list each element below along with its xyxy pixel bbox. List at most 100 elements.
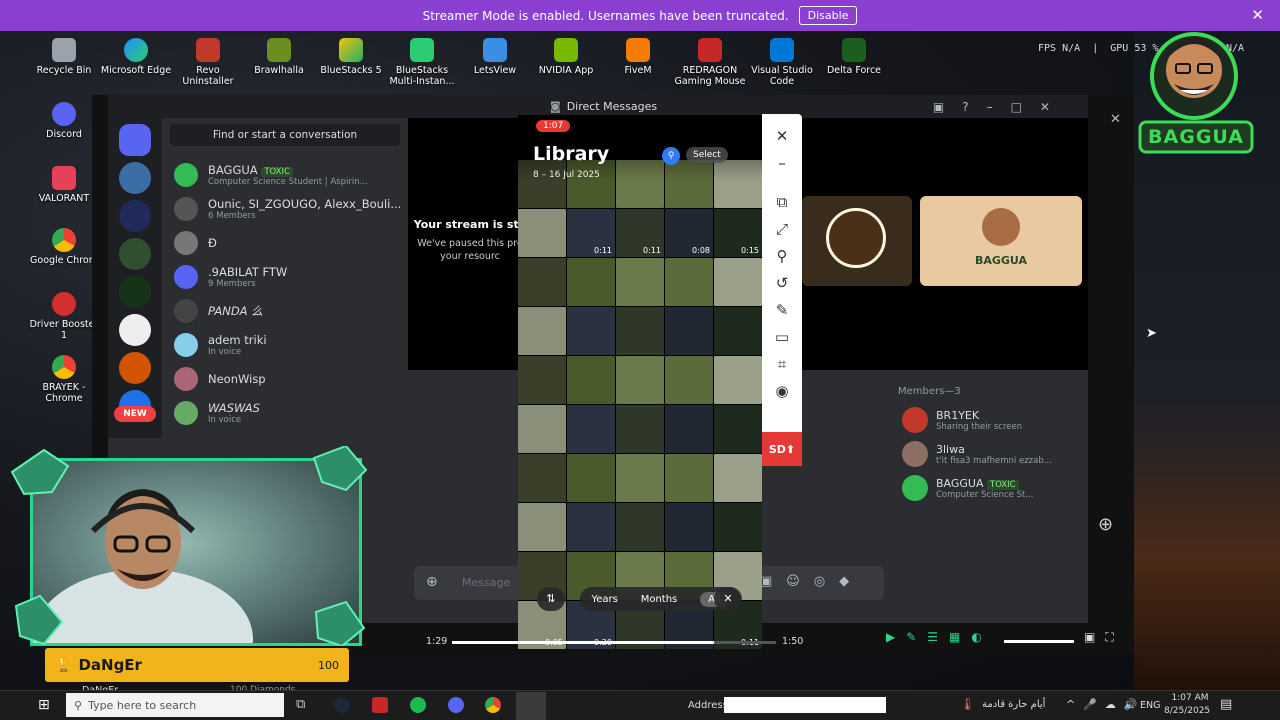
- desktop-icon-delta-force[interactable]: Delta Force: [818, 38, 890, 76]
- photo-thumbnail[interactable]: [518, 454, 566, 502]
- minimize-icon[interactable]: –: [762, 149, 802, 176]
- photo-thumbnail[interactable]: [518, 503, 566, 551]
- screenshot-icon[interactable]: ⧉: [762, 188, 802, 215]
- dm-item[interactable]: WASWAS In voice: [162, 396, 408, 430]
- sd-quality-button[interactable]: SD ⬆: [762, 432, 802, 466]
- dm-item[interactable]: PANDA 么: [162, 294, 408, 328]
- photo-thumbnail[interactable]: [665, 503, 713, 551]
- photo-thumbnail[interactable]: [714, 356, 762, 404]
- desktop-icon-valorant[interactable]: VALORANT: [28, 166, 100, 204]
- composer-icons[interactable]: ▣☺◎◆: [760, 574, 863, 589]
- tab-years[interactable]: Years: [591, 594, 617, 605]
- photo-thumbnail[interactable]: [616, 258, 664, 306]
- desktop-icon-recycle-bin[interactable]: Recycle Bin: [28, 38, 100, 76]
- photo-thumbnail[interactable]: [665, 405, 713, 453]
- dm-item[interactable]: Ounic, SI_ZGOUGO, Alexx_Bouli... 6 Member…: [162, 192, 408, 226]
- dm-item[interactable]: .9ABILAT FTW 9 Members: [162, 260, 408, 294]
- participant-tile[interactable]: [802, 196, 912, 286]
- address-input[interactable]: [724, 697, 886, 713]
- photo-thumbnail[interactable]: [518, 307, 566, 355]
- photo-thumbnail[interactable]: [616, 454, 664, 502]
- dm-item[interactable]: adem triki In voice: [162, 328, 408, 362]
- photo-thumbnail[interactable]: [567, 503, 615, 551]
- plus-icon[interactable]: ⊕: [426, 574, 438, 590]
- member-item[interactable]: BR1YEK Sharing their screen: [888, 403, 1088, 437]
- select-button[interactable]: Select: [686, 147, 728, 163]
- chrome-icon[interactable]: [485, 697, 501, 713]
- baggua-tile[interactable]: BAGGUA: [920, 196, 1082, 286]
- photo-thumbnail[interactable]: [616, 503, 664, 551]
- dm-item[interactable]: NeonWisp: [162, 362, 408, 396]
- photo-thumbnail[interactable]: [714, 405, 762, 453]
- desktop-icon-vscode[interactable]: Visual Studio Code: [746, 38, 818, 87]
- dm-item[interactable]: Ð: [162, 226, 408, 260]
- desktop-icon-nvidia[interactable]: NVIDIA App: [530, 38, 602, 76]
- window-controls[interactable]: ▣?–□✕: [933, 100, 1068, 114]
- dm-item[interactable]: BAGGUA TOXIC Computer Science Student | A…: [162, 158, 408, 192]
- desktop-icon-letsview[interactable]: LetsView: [459, 38, 531, 76]
- desktop-icon-chrome[interactable]: Google Chrom: [28, 228, 100, 266]
- server-icon[interactable]: [119, 276, 151, 308]
- member-item[interactable]: 3liwa t'it fisa3 mafhemni ezzab...: [888, 437, 1088, 471]
- language-indicator[interactable]: ENG: [1140, 700, 1160, 711]
- clock-date[interactable]: 8/25/2025: [1164, 706, 1210, 716]
- spotify-icon[interactable]: [410, 697, 426, 713]
- desktop-icon-fivem[interactable]: FiveM: [602, 38, 674, 76]
- pin-icon[interactable]: ⚲: [762, 242, 802, 269]
- photo-thumbnail[interactable]: [714, 307, 762, 355]
- photo-thumbnail[interactable]: [714, 258, 762, 306]
- photo-thumbnail[interactable]: [665, 454, 713, 502]
- crop-icon[interactable]: ⌗: [762, 350, 802, 377]
- photo-thumbnail[interactable]: [567, 454, 615, 502]
- photo-thumbnail[interactable]: [665, 307, 713, 355]
- letsview-taskbar-icon[interactable]: [516, 692, 546, 720]
- server-icon[interactable]: [119, 162, 151, 194]
- discord-home-icon[interactable]: [119, 124, 151, 156]
- photo-thumbnail[interactable]: [518, 356, 566, 404]
- desktop-icon-brawlhalla[interactable]: Brawlhalla: [243, 38, 315, 76]
- record-icon[interactable]: ◉: [762, 377, 802, 404]
- close-icon[interactable]: ✕: [762, 122, 802, 149]
- photo-thumbnail[interactable]: [567, 356, 615, 404]
- photo-thumbnail[interactable]: [567, 258, 615, 306]
- message-input[interactable]: Message: [462, 576, 510, 589]
- server-icon[interactable]: [119, 238, 151, 270]
- photo-thumbnail[interactable]: [714, 454, 762, 502]
- photo-thumbnail[interactable]: [616, 356, 664, 404]
- photo-thumbnail[interactable]: [714, 503, 762, 551]
- sort-icon[interactable]: ⇅: [537, 587, 565, 611]
- server-icon[interactable]: [119, 200, 151, 232]
- photo-thumbnail[interactable]: 0:11: [616, 209, 664, 257]
- disable-button[interactable]: Disable: [798, 6, 858, 25]
- fullscreen-icon[interactable]: ⤢: [762, 215, 802, 242]
- photo-thumbnail[interactable]: [567, 405, 615, 453]
- photo-thumbnail[interactable]: [616, 307, 664, 355]
- photo-thumbnail[interactable]: [518, 405, 566, 453]
- photo-thumbnail[interactable]: [665, 356, 713, 404]
- desktop-icon-edge[interactable]: Microsoft Edge: [100, 38, 172, 76]
- tray-icons[interactable]: ^🎤☁🔊: [1066, 698, 1146, 711]
- server-icon[interactable]: [119, 314, 151, 346]
- clock-time[interactable]: 1:07 AM: [1170, 693, 1210, 703]
- discord-icon[interactable]: [448, 697, 464, 713]
- stream-close-icon[interactable]: ✕: [1110, 112, 1121, 127]
- desktop-icon-bluestacks-multi[interactable]: BlueStacks Multi-Instan...: [386, 38, 458, 87]
- photo-thumbnail[interactable]: 0:11: [567, 209, 615, 257]
- desktop-icon-revo[interactable]: Revo Uninstaller: [172, 38, 244, 87]
- tab-months[interactable]: Months: [641, 594, 678, 605]
- desktop-icon-bluestacks[interactable]: BlueStacks 5: [315, 38, 387, 76]
- rotate-icon[interactable]: ↺: [762, 269, 802, 296]
- photo-thumbnail[interactable]: [567, 307, 615, 355]
- volume-slider[interactable]: [1004, 640, 1074, 643]
- taskbar-search[interactable]: ⚲ Type here to search: [66, 693, 284, 717]
- notification-icon[interactable]: ▤: [1220, 697, 1232, 712]
- photo-thumbnail[interactable]: [518, 258, 566, 306]
- close-icon[interactable]: ✕: [714, 587, 742, 611]
- photo-thumbnail[interactable]: [665, 258, 713, 306]
- search-icon[interactable]: ⚲: [662, 147, 680, 165]
- redragon-icon[interactable]: [372, 697, 388, 713]
- photo-thumbnail[interactable]: 0:15: [714, 209, 762, 257]
- member-item[interactable]: BAGGUA TOXIC Computer Science St...: [888, 471, 1088, 505]
- find-conversation-button[interactable]: Find or start a conversation: [170, 124, 400, 146]
- fullscreen-icon[interactable]: ▣⛶: [1084, 630, 1124, 645]
